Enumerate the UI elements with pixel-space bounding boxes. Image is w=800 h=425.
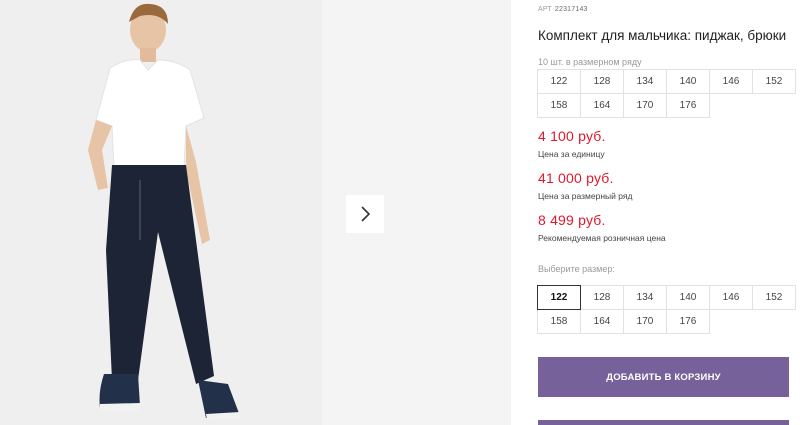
article-number: АРТ 22317143 xyxy=(538,6,588,13)
chevron-right-icon xyxy=(361,206,371,222)
size-select-hint: Выберите размер: xyxy=(538,264,615,274)
size-option[interactable]: 158 xyxy=(537,309,581,334)
size-row-hint: 10 шт. в размерном ряду xyxy=(538,57,642,67)
size-option-selected[interactable]: 122 xyxy=(537,285,581,310)
size-option[interactable]: 128 xyxy=(580,285,624,310)
size-option[interactable]: 140 xyxy=(666,285,710,310)
product-photo[interactable] xyxy=(0,0,322,425)
size-row-cell: 158 xyxy=(537,93,581,118)
article-code: 22317143 xyxy=(554,6,588,13)
size-select-grid: 122 128 134 140 146 152 158 164 170 176 xyxy=(537,285,796,334)
divider xyxy=(510,0,511,425)
size-option[interactable]: 176 xyxy=(666,309,710,334)
secondary-action-button[interactable] xyxy=(538,420,789,425)
article-label: АРТ xyxy=(538,6,552,13)
size-row-cell: 140 xyxy=(666,69,710,94)
add-to-cart-button[interactable]: ДОБАВИТЬ В КОРЗИНУ xyxy=(538,357,789,397)
size-option[interactable]: 134 xyxy=(623,285,667,310)
size-option[interactable]: 152 xyxy=(752,285,796,310)
size-option[interactable]: 146 xyxy=(709,285,753,310)
size-row-cell: 170 xyxy=(623,93,667,118)
size-option[interactable]: 170 xyxy=(623,309,667,334)
unit-price: 4 100 руб. xyxy=(538,128,606,144)
size-row-cell: 152 xyxy=(752,69,796,94)
row-price-label: Цена за размерный ряд xyxy=(538,191,633,201)
size-option[interactable]: 164 xyxy=(580,309,624,334)
product-gallery xyxy=(0,0,510,425)
size-row-cell: 176 xyxy=(666,93,710,118)
size-row-cell: 146 xyxy=(709,69,753,94)
retail-price-label: Рекомендуемая розничная цена xyxy=(538,233,666,243)
product-title: Комплект для мальчика: пиджак, брюки xyxy=(538,28,787,43)
size-row-cell: 122 xyxy=(537,69,581,94)
boy-photo-illustration xyxy=(0,0,322,425)
size-row-grid: 122 128 134 140 146 152 158 164 170 176 xyxy=(537,69,796,118)
retail-price: 8 499 руб. xyxy=(538,212,606,228)
size-row-cell: 128 xyxy=(580,69,624,94)
size-row-cell: 164 xyxy=(580,93,624,118)
gallery-next-button[interactable] xyxy=(346,195,384,233)
row-price: 41 000 руб. xyxy=(538,170,614,186)
size-row-cell: 134 xyxy=(623,69,667,94)
unit-price-label: Цена за единицу xyxy=(538,149,605,159)
